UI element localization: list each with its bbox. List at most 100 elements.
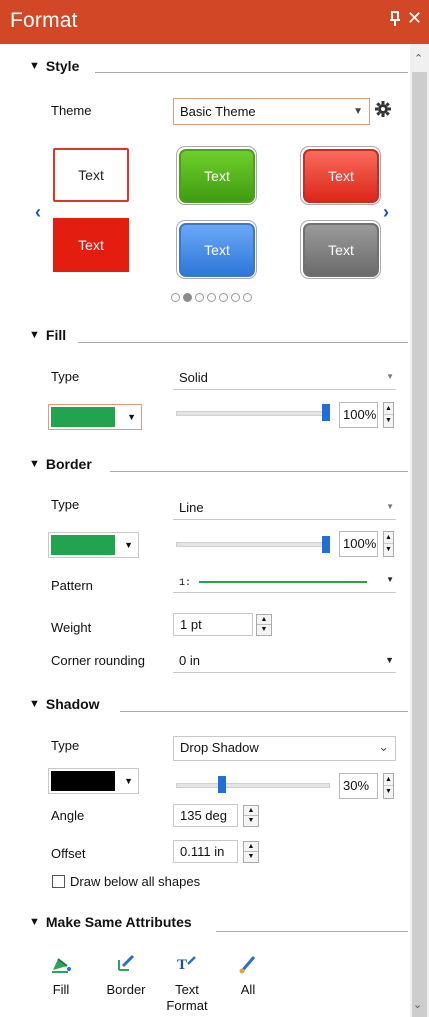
theme-tile-5[interactable]: Text [179,223,255,277]
page-dot[interactable] [171,293,180,302]
pattern-label: Pattern [51,578,93,593]
panel-title: Format [10,9,78,32]
tile-text: Text [328,168,354,184]
page-dot[interactable] [219,293,228,302]
same-text-format-button[interactable]: T Text Format [165,954,209,1014]
shadow-transparency-thumb[interactable] [218,776,226,793]
tile-text: Text [78,237,104,253]
border-pen-icon [118,954,135,971]
scroll-down-icon[interactable]: ⌄ [413,998,422,1011]
shadow-transparency-spinner[interactable]: ▲ ▼ [383,773,394,799]
collapse-triangle-icon: ▼ [29,329,40,341]
offset-spinner[interactable]: ▲ ▼ [243,841,259,863]
theme-tile-6[interactable]: Text [303,223,379,277]
fill-section-header[interactable]: ▼ Fill [29,327,66,343]
text-format-icon: T [177,956,196,973]
shadow-transparency-track[interactable] [176,783,330,788]
fill-transparency-spinner[interactable]: ▲ ▼ [383,402,394,428]
border-type-select[interactable]: Line ▼ [173,497,396,520]
corner-rounding-select[interactable]: 0 in ▼ [173,650,396,673]
theme-page-indicator [171,293,252,302]
theme-tile-2[interactable]: Text [179,149,255,203]
same-border-label: Border [106,982,146,997]
tile-text: Text [78,167,104,183]
fill-transparency-track[interactable] [176,411,330,416]
border-transparency-thumb[interactable] [322,536,330,553]
page-dot[interactable] [243,293,252,302]
page-dot[interactable] [207,293,216,302]
chevron-down-icon: ⌄ [378,739,389,754]
same-text-format-label: Text Format [166,982,208,1013]
border-color-picker[interactable]: ▼ [48,532,139,558]
vertical-scrollbar[interactable]: ⌃ [410,44,429,1017]
page-dot-active[interactable] [183,293,192,302]
border-transparency-input[interactable]: 100% [339,531,378,557]
shadow-heading: Shadow [45,696,100,712]
make-same-section-header[interactable]: ▼ Make Same Attributes [29,914,192,930]
angle-spinner[interactable]: ▲ ▼ [243,805,259,827]
pin-icon[interactable] [389,11,401,31]
draw-below-label: Draw below all shapes [70,874,201,889]
pattern-value: 1: [179,578,192,589]
weight-spinner[interactable]: ▲ ▼ [256,614,272,636]
corner-rounding-value: 0 in [179,653,200,668]
page-dot[interactable] [231,293,240,302]
previous-themes-icon[interactable]: ‹ [35,202,41,223]
border-transparency-spinner[interactable]: ▲ ▼ [383,531,394,557]
style-section-header[interactable]: ▼ Style [29,58,79,74]
shadow-type-select[interactable]: Drop Shadow ⌄ [173,736,396,761]
scrollbar-thumb[interactable] [412,72,427,1017]
theme-tile-1[interactable]: Text [53,148,129,202]
draw-below-checkbox[interactable] [52,875,65,888]
theme-select-value: Basic Theme [180,104,256,119]
offset-input[interactable]: 0.111 in [173,840,238,863]
fill-transparency-thumb[interactable] [322,404,330,421]
border-transparency-track[interactable] [176,542,330,547]
theme-tile-3[interactable]: Text [303,149,379,203]
same-border-button[interactable]: Border [103,954,149,998]
section-divider [110,471,408,472]
border-type-value: Line [179,500,204,515]
tile-text: Text [328,242,354,258]
collapse-triangle-icon: ▼ [29,916,40,928]
pattern-select[interactable]: 1: ▼ [173,570,396,593]
weight-input[interactable]: 1 pt [173,613,253,636]
next-themes-icon[interactable]: › [383,202,389,223]
border-section-header[interactable]: ▼ Border [29,456,92,472]
chevron-down-icon: ▼ [386,372,394,381]
fill-type-select[interactable]: Solid ▼ [173,367,396,390]
fill-color-swatch [51,407,115,427]
panel-titlebar: Format ✕ [0,0,429,44]
shadow-color-picker[interactable]: ▼ [48,768,139,794]
make-same-heading: Make Same Attributes [45,914,192,930]
border-heading: Border [45,456,92,472]
angle-input[interactable]: 135 deg [173,804,238,827]
theme-tile-4[interactable]: Text [53,218,129,272]
section-divider [120,711,408,712]
collapse-triangle-icon: ▼ [29,60,40,72]
shadow-section-header[interactable]: ▼ Shadow [29,696,100,712]
fill-transparency-input[interactable]: 100% [339,402,378,428]
same-all-button[interactable]: All [236,954,260,998]
close-icon[interactable]: ✕ [407,8,422,29]
page-dot[interactable] [195,293,204,302]
same-fill-button[interactable]: Fill [45,954,77,998]
fill-color-picker[interactable]: ▼ [48,404,142,430]
section-divider [78,342,408,343]
collapse-triangle-icon: ▼ [29,458,40,470]
angle-label: Angle [51,808,85,823]
corner-rounding-label: Corner rounding [51,653,145,668]
weight-label: Weight [51,620,92,635]
theme-label: Theme [51,103,92,118]
scroll-up-icon[interactable]: ⌃ [414,52,423,65]
offset-label: Offset [51,846,86,861]
style-heading: Style [45,58,80,74]
shadow-type-value: Drop Shadow [180,740,259,755]
theme-select[interactable]: Basic Theme ▼ [173,98,370,125]
gear-icon[interactable] [375,101,391,120]
tile-text: Text [204,242,230,258]
shadow-transparency-input[interactable]: 30% [339,773,378,799]
same-all-label: All [240,982,256,997]
fill-type-value: Solid [179,370,208,385]
chevron-down-icon: ▼ [385,655,394,665]
